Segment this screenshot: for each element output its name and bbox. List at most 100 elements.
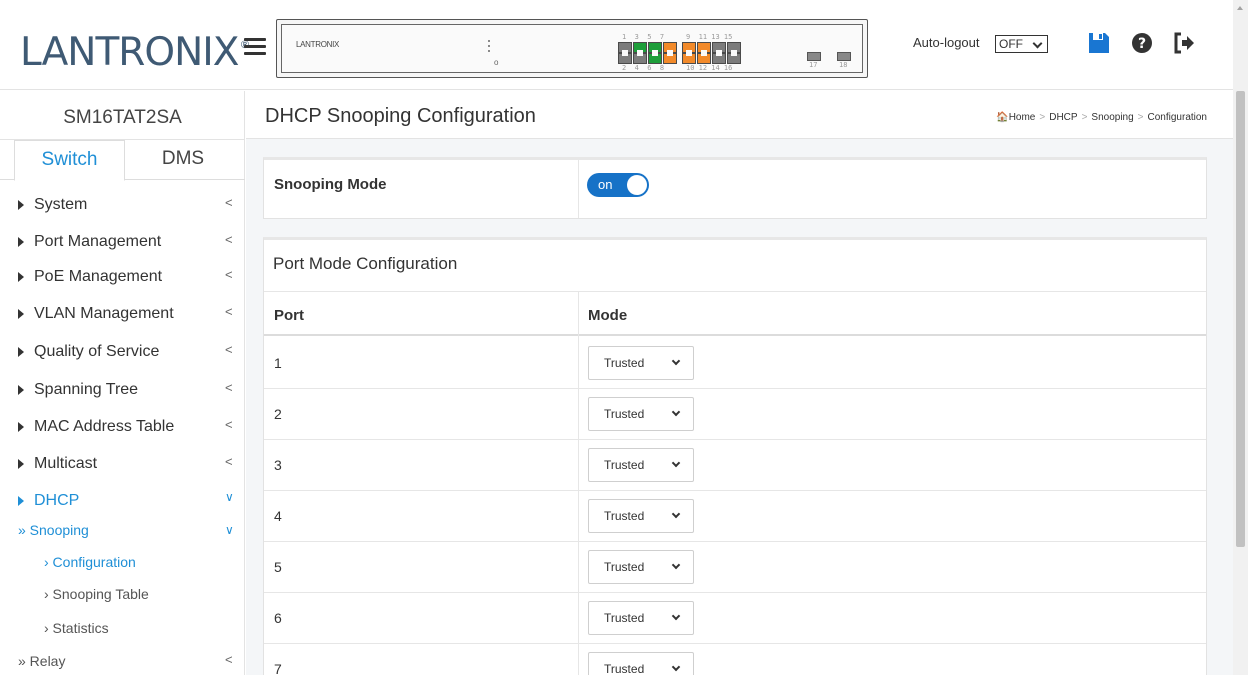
mode-value: Trusted <box>604 407 645 421</box>
sidebar-item-system[interactable]: System < <box>0 187 245 223</box>
sfp-port-18[interactable]: 18 <box>837 52 851 70</box>
port-4[interactable] <box>633 53 647 64</box>
port-cell: 7 <box>274 661 282 675</box>
sidebar-item-multicast[interactable]: Multicast < <box>0 446 245 482</box>
mode-select[interactable]: Trusted <box>588 550 694 584</box>
sidebar-item-label: VLAN Management <box>34 305 174 322</box>
port-numbers-bottom: 10 12 14 16 <box>686 64 733 72</box>
page-scrollbar[interactable] <box>1233 0 1248 675</box>
sidebar-item-snooping-table[interactable]: › Snooping Table <box>44 586 149 602</box>
auto-logout-select[interactable]: OFF <box>995 35 1048 53</box>
sidebar-item-label: Quality of Service <box>34 343 160 360</box>
sidebar-item-port-management[interactable]: Port Management < <box>0 224 245 260</box>
port-10[interactable] <box>682 53 696 64</box>
device-name: SM16TAT2SA <box>63 107 182 128</box>
sidebar-item-quality-of-service[interactable]: Quality of Service < <box>0 334 245 370</box>
table-row: 1 Trusted <box>264 338 1206 389</box>
mode-select[interactable]: Trusted <box>588 652 694 675</box>
mode-select[interactable]: Trusted <box>588 397 694 431</box>
snooping-mode-toggle[interactable]: on <box>587 173 649 197</box>
port-6[interactable] <box>648 53 662 64</box>
title-bar: DHCP Snooping Configuration 🏠Home > DHCP > S… <box>246 91 1233 139</box>
help-icon[interactable]: ? <box>1130 31 1154 55</box>
tab-dms[interactable]: DMS <box>126 140 240 181</box>
breadcrumb-snooping[interactable]: Snooping <box>1091 112 1133 123</box>
top-header: LANTRONIX® LANTRONIX o 1 3 5 7 <box>0 0 1233 90</box>
port-cell: 3 <box>274 457 282 473</box>
chevron-down-icon <box>671 611 681 621</box>
sidebar-item-label: MAC Address Table <box>34 418 175 435</box>
ports-9-16: 9 11 13 15 10 12 14 16 <box>682 33 741 73</box>
port-1[interactable] <box>618 42 632 53</box>
port-15[interactable] <box>727 42 741 53</box>
sidebar-item-mac-address-table[interactable]: MAC Address Table < <box>0 409 245 445</box>
port-11[interactable] <box>697 42 711 53</box>
panel-brand-label: LANTRONIX <box>296 40 340 49</box>
sidebar-item-dhcp[interactable]: DHCP ∨ <box>0 483 245 519</box>
toggle-state-text: on <box>598 177 613 192</box>
port-5[interactable] <box>648 42 662 53</box>
column-header-mode: Mode <box>588 307 628 324</box>
sidebar-tabs: Switch DMS <box>0 140 245 181</box>
caret-right-icon <box>18 422 24 432</box>
chevron-left-icon: < <box>225 267 233 282</box>
logout-icon[interactable] <box>1172 31 1196 55</box>
port-14[interactable] <box>712 53 726 64</box>
port-8[interactable] <box>663 53 677 64</box>
sfp-port-17[interactable]: 17 <box>807 52 821 70</box>
snooping-mode-label: Snooping Mode <box>274 176 387 193</box>
sidebar-item-poe-management[interactable]: PoE Management < <box>0 259 245 295</box>
tab-switch[interactable]: Switch <box>14 140 125 181</box>
table-row: 4 Trusted <box>264 491 1206 542</box>
port-9[interactable] <box>682 42 696 53</box>
port-3[interactable] <box>633 42 647 53</box>
chevron-down-icon <box>671 356 681 366</box>
sfp-label-17: 17 <box>809 61 818 69</box>
caret-right-icon <box>18 496 24 506</box>
mode-select[interactable]: Trusted <box>588 499 694 533</box>
mode-value: Trusted <box>604 611 645 625</box>
chevron-down-icon <box>671 560 681 570</box>
port-12[interactable] <box>697 53 711 64</box>
save-icon[interactable] <box>1087 31 1111 55</box>
toggle-knob <box>627 175 647 195</box>
port-16[interactable] <box>727 53 741 64</box>
chevron-left-icon: < <box>225 454 233 469</box>
sidebar-item-vlan-management[interactable]: VLAN Management < <box>0 296 245 332</box>
power-led-icon: o <box>494 58 499 67</box>
mode-select[interactable]: Trusted <box>588 601 694 635</box>
chevron-left-icon: < <box>225 304 233 319</box>
port-2[interactable] <box>618 53 632 64</box>
chevron-down-icon <box>671 407 681 417</box>
chevron-left-icon: < <box>225 195 233 210</box>
breadcrumb-configuration: Configuration <box>1147 112 1207 123</box>
port-cell: 2 <box>274 406 282 422</box>
sidebar-item-snooping[interactable]: » Snooping <box>18 522 89 538</box>
table-row: 6 Trusted <box>264 593 1206 644</box>
sidebar-item-spanning-tree[interactable]: Spanning Tree < <box>0 372 245 408</box>
page-title: DHCP Snooping Configuration <box>265 105 536 127</box>
status-leds-icon <box>488 40 491 55</box>
sidebar-item-configuration[interactable]: › Configuration <box>44 554 136 570</box>
mode-select[interactable]: Trusted <box>588 448 694 482</box>
scroll-up-icon[interactable] <box>1237 6 1243 10</box>
caret-right-icon <box>18 237 24 247</box>
sfp-label-18: 18 <box>839 61 848 69</box>
port-7[interactable] <box>663 42 677 53</box>
sidebar-item-label: Port Management <box>34 233 162 250</box>
mode-select[interactable]: Trusted <box>588 346 694 380</box>
caret-right-icon <box>18 272 24 282</box>
breadcrumb-home[interactable]: Home <box>1009 112 1036 123</box>
sidebar-item-relay[interactable]: » Relay <box>18 653 65 669</box>
sidebar-item-label: › Snooping Table <box>44 586 149 602</box>
breadcrumb-dhcp[interactable]: DHCP <box>1049 112 1077 123</box>
port-13[interactable] <box>712 42 726 53</box>
scroll-thumb[interactable] <box>1236 91 1245 547</box>
table-row: 2 Trusted <box>264 389 1206 440</box>
caret-right-icon <box>18 347 24 357</box>
menu-icon[interactable] <box>244 38 266 56</box>
sidebar-item-statistics[interactable]: › Statistics <box>44 620 109 636</box>
chevron-left-icon: < <box>225 652 233 667</box>
sidebar-item-label: › Statistics <box>44 620 109 636</box>
sidebar-item-label: » Relay <box>18 653 66 669</box>
